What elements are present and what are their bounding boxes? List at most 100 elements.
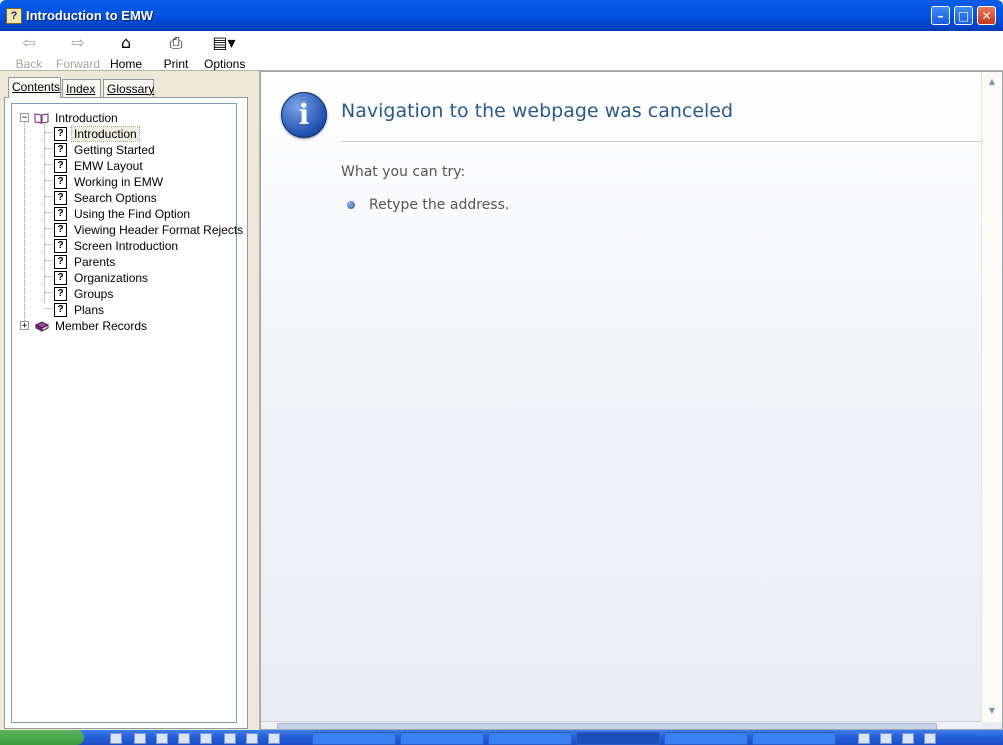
quick-launch-icon[interactable] [156,733,168,744]
home-button[interactable]: ⌂ Home [109,33,143,71]
pane-splitter[interactable] [253,71,260,730]
help-topic-icon: ? [54,222,67,237]
forward-label: Forward [56,57,101,71]
quick-launch-icon[interactable] [246,733,258,744]
tree-label: Member Records [55,318,148,333]
quick-launch-icon[interactable] [178,733,190,744]
contents-panel: − Introduction ? Introduction ? Getting St… [4,97,248,729]
tree-label: Plans [74,302,105,317]
taskbar-window-button[interactable] [488,732,572,745]
vertical-scrollbar[interactable]: ▲ ▼ [981,72,1002,722]
help-topic-icon: ? [54,126,67,141]
help-topic-icon: ? [54,286,67,301]
tree-book-introduction[interactable]: Introduction [34,109,120,125]
start-button[interactable] [0,730,84,745]
tree-label: Parents [74,254,116,269]
tree-topic-emw-layout[interactable]: ? EMW Layout [54,157,145,173]
tray-icon[interactable] [902,733,914,744]
tree-line [24,117,25,325]
taskbar-window-button[interactable] [400,732,484,745]
back-arrow-icon: ⇦ [22,33,36,52]
contents-tree[interactable]: − Introduction ? Introduction ? Getting St… [11,103,243,723]
toolbar: ⇦ Back ⇨ Forward ⌂ Home ⎙ Print ▤▾ Optio… [0,31,1003,71]
forward-button[interactable]: ⇨ Forward [56,33,101,71]
tree-topic-using-find-option[interactable]: ? Using the Find Option [54,205,192,221]
tree-topic-search-options[interactable]: ? Search Options [54,189,159,205]
tree-topic-screen-introduction[interactable]: ? Screen Introduction [54,237,180,253]
help-topic-icon: ? [54,238,67,253]
taskbar-window-button[interactable] [312,732,396,745]
tree-topic-organizations[interactable]: ? Organizations [54,269,150,285]
tree-label: Screen Introduction [74,238,179,253]
tree-topic-plans[interactable]: ? Plans [54,301,106,317]
tree-topic-parents[interactable]: ? Parents [54,253,117,269]
taskbar-window-button[interactable] [752,732,836,745]
help-topic-icon: ? [54,190,67,205]
tree-topic-groups[interactable]: ? Groups [54,285,115,301]
options-icon: ▤▾ [212,33,236,52]
expand-icon[interactable]: + [20,321,29,331]
tab-index[interactable]: Index [62,79,101,97]
help-topic-icon: ? [54,302,67,317]
suggestion-item: Retype the address. [369,197,510,213]
try-label: What you can try: [341,164,466,180]
back-button[interactable]: ⇦ Back [14,33,44,71]
quick-launch-icon[interactable] [134,733,146,744]
help-topic-icon: ? [54,254,67,269]
minimize-button[interactable]: – [931,6,950,25]
taskbar [0,730,1003,745]
content-pane: i Navigation to the webpage was canceled… [260,71,1003,730]
quick-launch-icon[interactable] [224,733,236,744]
tray-icon[interactable] [924,733,936,744]
tree-label: Groups [74,286,114,301]
tab-glossary[interactable]: Glossary [103,79,154,97]
help-topic-icon: ? [54,158,67,173]
closed-book-icon [34,321,49,332]
tab-contents[interactable]: Contents [8,77,61,98]
error-heading: Navigation to the webpage was canceled [341,100,734,122]
help-file-icon: ? [6,8,22,24]
tray-icon[interactable] [858,733,870,744]
tree-topic-introduction[interactable]: ? Introduction [54,125,140,142]
tab-glossary-label: Glossary [107,82,155,96]
window-title: Introduction to EMW [26,8,154,23]
help-topic-icon: ? [54,174,67,189]
tree-topic-getting-started[interactable]: ? Getting Started [54,141,157,157]
taskbar-window-button[interactable] [576,732,660,745]
home-label: Home [109,57,142,71]
back-label: Back [15,57,43,71]
tree-topic-header-format-rejects[interactable]: ? Viewing Header Format Rejects [54,221,245,237]
tray-icon[interactable] [880,733,892,744]
forward-arrow-icon: ⇨ [71,33,85,52]
close-button[interactable]: ✕ [977,6,996,25]
tab-index-label: Index [66,82,96,96]
navigation-pane: Contents Index Glossary − Introduction ?… [0,71,253,730]
quick-launch-icon[interactable] [110,733,122,744]
tree-topic-working-in-emw[interactable]: ? Working in EMW [54,173,165,189]
tree-label: Working in EMW [74,174,164,189]
scroll-down-icon[interactable]: ▼ [985,704,999,718]
scroll-up-icon[interactable]: ▲ [985,75,999,89]
tree-book-member-records[interactable]: Member Records [34,317,149,333]
horizontal-scrollbar[interactable] [261,721,981,729]
printer-icon: ⎙ [169,33,183,52]
title-bar[interactable]: ? Introduction to EMW – □ ✕ [0,0,1003,31]
home-icon: ⌂ [120,33,132,52]
bullet-icon [347,201,355,209]
tree-label: Organizations [74,270,149,285]
quick-launch-icon[interactable] [268,733,280,744]
divider [341,141,981,142]
help-topic-icon: ? [54,206,67,221]
horizontal-scroll-thumb[interactable] [277,723,937,729]
info-icon: i [281,92,327,138]
taskbar-window-button[interactable] [664,732,748,745]
print-label: Print [163,57,189,71]
options-label: Options [204,57,246,71]
quick-launch-icon[interactable] [200,733,212,744]
print-button[interactable]: ⎙ Print [161,33,191,71]
tree-label: Introduction [55,110,118,125]
options-button[interactable]: ▤▾ Options [204,33,246,71]
maximize-button[interactable]: □ [954,6,973,25]
collapse-icon[interactable]: − [20,113,29,123]
tree-label: Using the Find Option [74,206,191,221]
